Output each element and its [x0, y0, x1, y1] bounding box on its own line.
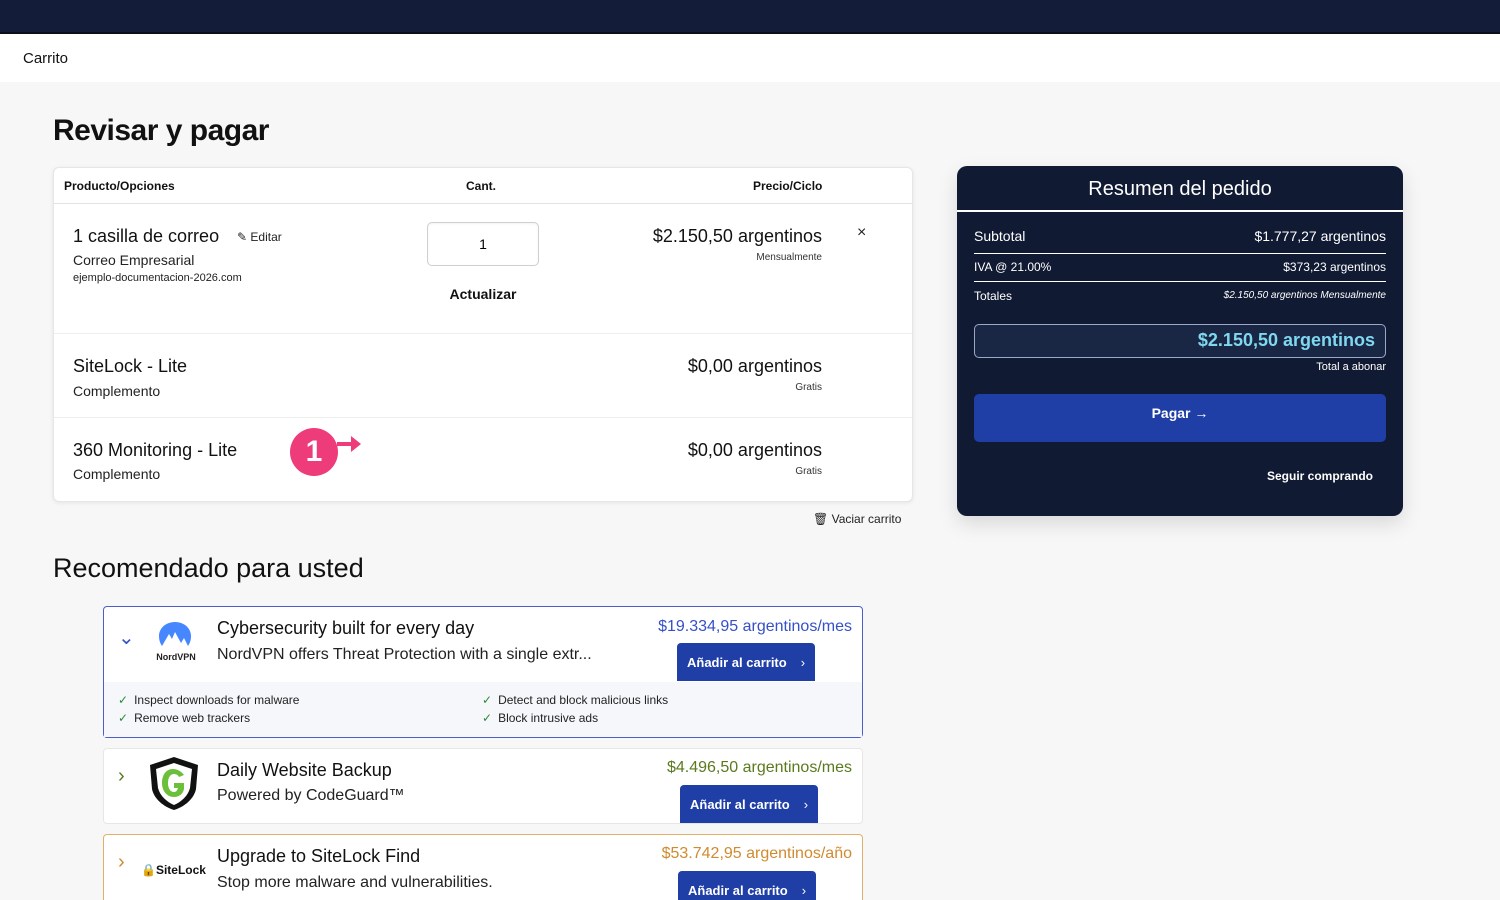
total-caption: Total a abonar — [1316, 361, 1386, 373]
codeguard-shield-icon — [150, 757, 198, 810]
page-title: Revisar y pagar — [53, 114, 269, 147]
recommendation-description: NordVPN offers Threat Protection with a … — [217, 646, 592, 663]
order-summary-header: Resumen del pedido — [957, 166, 1403, 212]
totals-row: Totales $2.150,50 argentinos Mensualment… — [974, 289, 1386, 307]
check-icon: ✓ — [118, 711, 129, 725]
subtotal-label: Subtotal — [974, 228, 1026, 244]
feature-item: ✓ Remove web trackers — [118, 711, 251, 725]
product-subtitle: Correo Empresarial — [73, 252, 195, 268]
product-domain: ejemplo-documentacion-2026.com — [73, 272, 242, 284]
nordvpn-mountain-icon — [159, 622, 191, 646]
update-button[interactable]: Actualizar — [427, 286, 539, 302]
chevron-right-icon[interactable]: › — [118, 765, 125, 788]
trash-icon: 🗑 — [813, 512, 829, 526]
feature-item: ✓ Detect and block malicious links — [482, 693, 669, 707]
chevron-right-icon: › — [800, 655, 806, 670]
sitelock-logo: 🔒SiteLock — [141, 863, 206, 877]
subtotal-row: Subtotal $1.777,27 argentinos — [974, 228, 1386, 254]
product-subtitle: Complemento — [73, 466, 161, 482]
feature-item: ✓ Block intrusive ads — [482, 711, 599, 725]
billing-cycle: Mensualmente — [756, 252, 822, 263]
breadcrumb-cart[interactable]: Carrito — [23, 50, 68, 67]
order-summary: Resumen del pedido Subtotal $1.777,27 ar… — [957, 166, 1403, 516]
recommendation-title: Daily Website Backup — [217, 760, 392, 780]
product-name: 360 Monitoring - Lite — [73, 440, 238, 460]
totals-label: Totales — [974, 289, 1013, 303]
recommendation-nordvpn: ⌄ NordVPN Cybersecurity built for every … — [103, 606, 863, 738]
recommendation-price: $53.742,95 argentinos/año — [661, 845, 852, 862]
subtotal-value: $1.777,27 argentinos — [1254, 228, 1386, 244]
tax-row: IVA @ 21.00% $373,23 argentinos — [974, 260, 1386, 282]
empty-cart-link[interactable]: 🗑 Vaciar carrito — [813, 512, 901, 526]
recommendation-sitelock: › 🔒SiteLock Upgrade to SiteLock Find Sto… — [103, 834, 863, 900]
product-subtitle: Complemento — [73, 383, 161, 399]
recommendation-price: $4.496,50 argentinos/mes — [666, 759, 852, 776]
pencil-icon: ✎ — [237, 230, 248, 244]
tax-label: IVA @ 21.00% — [974, 260, 1052, 274]
recommendation-title: Upgrade to SiteLock Find — [217, 846, 421, 866]
continue-shopping-link[interactable]: Seguir comprando — [1267, 469, 1373, 483]
badge-arrow-head-icon — [351, 436, 361, 452]
recommendation-description: Powered by CodeGuard™ — [217, 787, 405, 804]
chevron-right-icon[interactable]: › — [118, 851, 125, 874]
tax-value: $373,23 argentinos — [1283, 260, 1386, 274]
check-icon: ✓ — [482, 693, 493, 707]
recommendation-title: Cybersecurity built for every day — [217, 618, 475, 638]
total-amount-box: $2.150,50 argentinos — [974, 324, 1386, 358]
product-price: $0,00 argentinos — [687, 356, 822, 376]
total-amount: $2.150,50 argentinos — [1197, 330, 1375, 350]
cart-row-sitelock: SiteLock - Lite Complemento $0,00 argent… — [54, 334, 912, 418]
top-navigation-bar — [0, 0, 1500, 34]
cart-row-email: 1 casilla de correo ✎ Editar Correo Empr… — [54, 204, 912, 334]
cart-table-header: Producto/Opciones Cant. Precio/Ciclo — [54, 168, 912, 204]
check-icon: ✓ — [482, 711, 493, 725]
product-price: $2.150,50 argentinos — [652, 226, 822, 246]
totals-value: $2.150,50 argentinos Mensualmente — [1223, 290, 1386, 301]
header-qty: Cant. — [466, 179, 496, 193]
feature-item: ✓ Inspect downloads for malware — [118, 693, 300, 707]
cart-row-monitoring: 360 Monitoring - Lite Complemento 1 $0,0… — [54, 418, 912, 502]
billing-cycle: Gratis — [795, 466, 822, 477]
recommendation-price: $19.334,95 argentinos/mes — [658, 618, 852, 635]
lock-icon: 🔒 — [141, 863, 156, 877]
cart-table: Producto/Opciones Cant. Precio/Ciclo 1 c… — [53, 167, 913, 502]
recommendation-codeguard: › Daily Website Backup Powered by CodeGu… — [103, 748, 863, 824]
check-icon: ✓ — [118, 693, 129, 707]
quantity-input[interactable] — [427, 222, 539, 266]
billing-cycle: Gratis — [795, 382, 822, 393]
recommended-title: Recomendado para usted — [53, 553, 364, 583]
nordvpn-logo: NordVPN — [151, 621, 201, 662]
edit-link[interactable]: ✎ Editar — [237, 230, 282, 244]
order-summary-title: Resumen del pedido — [1088, 178, 1272, 200]
step-badge: 1 — [290, 428, 338, 476]
chevron-right-icon: › — [803, 797, 809, 812]
header-product: Producto/Opciones — [64, 179, 175, 193]
add-to-cart-button[interactable]: Añadir al carrito › — [677, 643, 816, 681]
add-to-cart-button[interactable]: Añadir al carrito › — [678, 871, 817, 900]
chevron-right-icon: › — [801, 883, 807, 898]
recommendation-description: Stop more malware and vulnerabilities. — [217, 874, 493, 891]
chevron-down-icon[interactable]: ⌄ — [118, 625, 135, 650]
add-to-cart-button[interactable]: Añadir al carrito › — [680, 785, 819, 823]
breadcrumb: Carrito — [0, 34, 1500, 82]
product-name: 1 casilla de correo — [73, 226, 220, 246]
pay-button[interactable]: Pagar → — [974, 394, 1386, 442]
remove-item-icon[interactable]: × — [857, 224, 866, 242]
product-name: SiteLock - Lite — [73, 356, 188, 376]
header-price: Precio/Ciclo — [753, 179, 823, 193]
features-panel: ✓ Inspect downloads for malware ✓ Remove w… — [104, 682, 862, 737]
product-price: $0,00 argentinos — [687, 440, 822, 460]
